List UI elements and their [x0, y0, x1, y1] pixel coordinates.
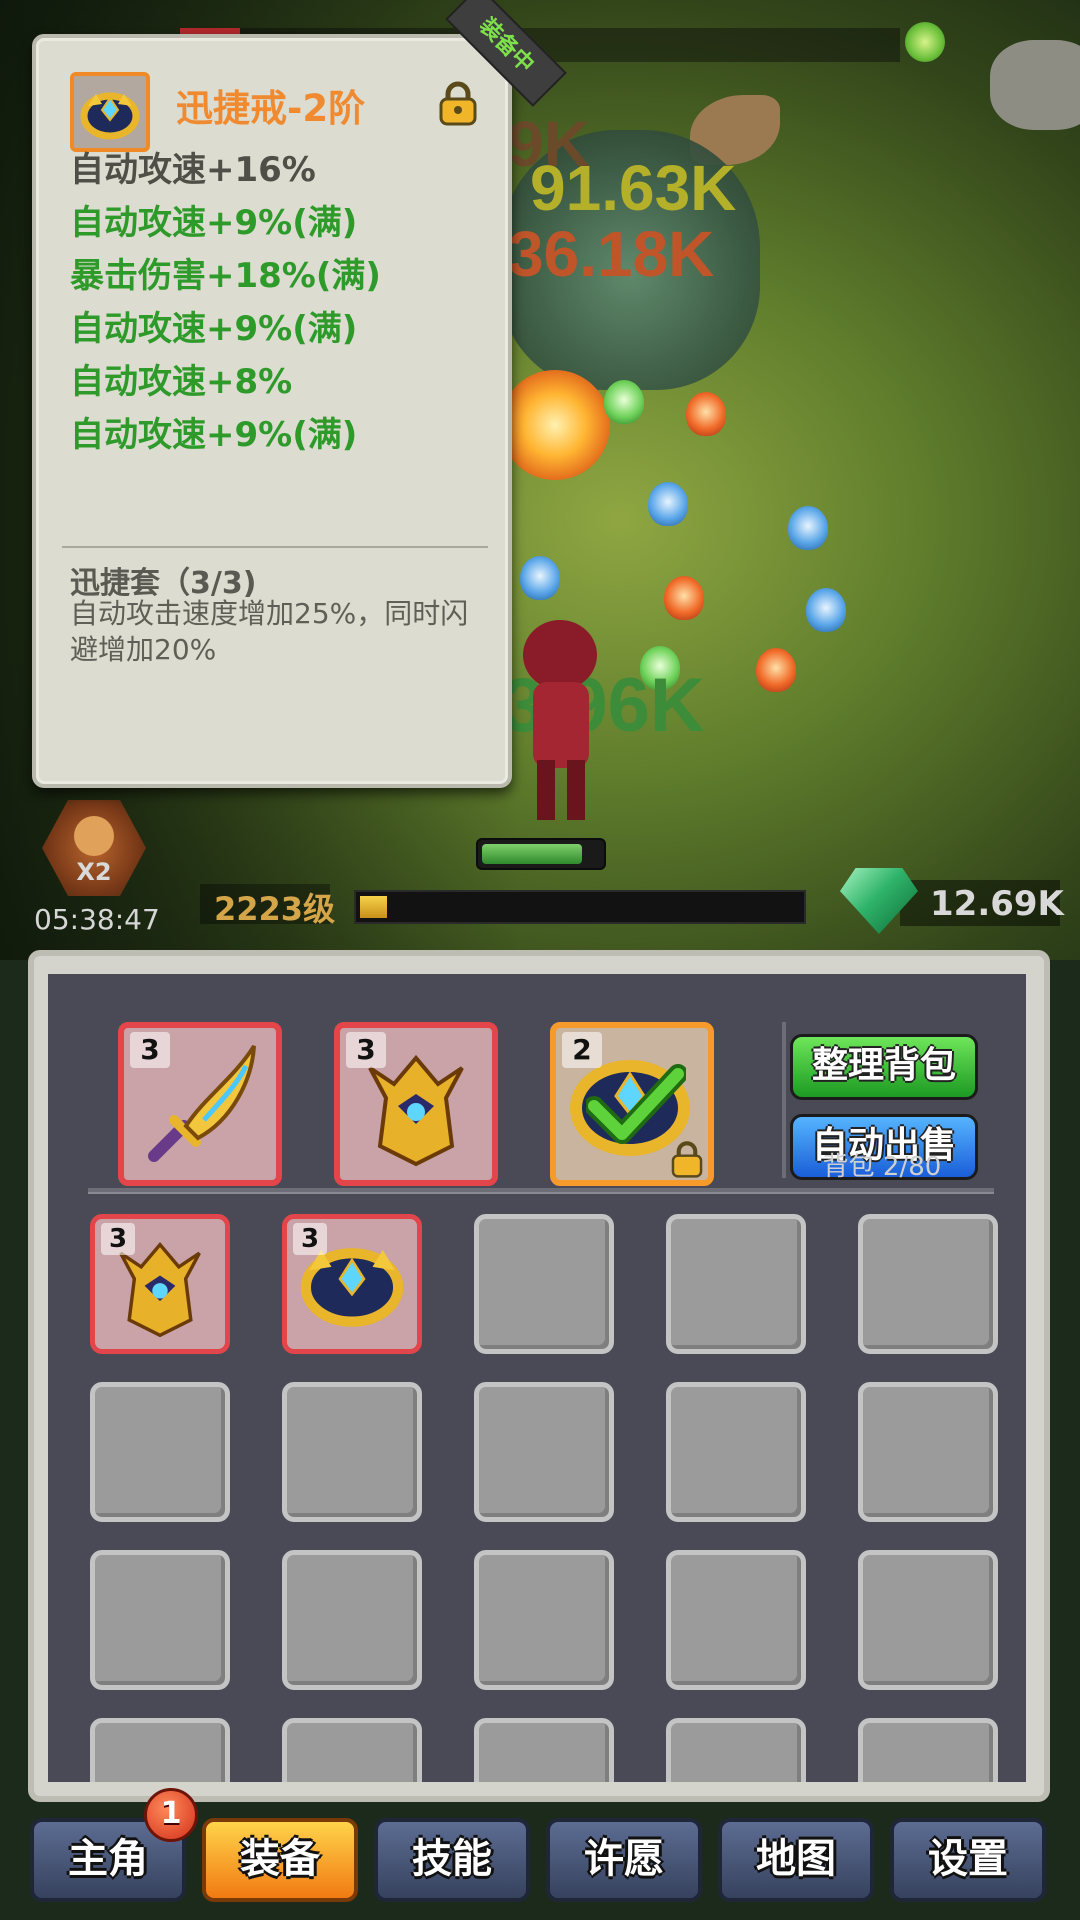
tooltip-divider [62, 546, 488, 548]
blue-projectile [806, 588, 846, 632]
bag-slot[interactable]: 3 [282, 1214, 422, 1354]
inventory-inner: 3 3 2 整理背包 自动出售 背包 2/80 3 3 [48, 974, 1026, 1782]
damage-number: 36.18K [508, 218, 715, 290]
hero-character [515, 620, 605, 820]
tab-wish[interactable]: 许愿 [546, 1818, 702, 1902]
boost-timer: 05:38:47 [34, 903, 160, 936]
equipped-weapon-slot[interactable]: 3 [118, 1022, 282, 1186]
notification-badge: 1 [144, 1788, 198, 1842]
checkmark-icon [586, 1064, 686, 1144]
tier-label: 3 [293, 1223, 327, 1255]
blue-projectile [788, 506, 828, 550]
equipped-ring-slot[interactable]: 2 [550, 1022, 714, 1186]
bag-slot-empty[interactable] [858, 1718, 998, 1782]
vertical-divider [782, 1022, 786, 1178]
bag-slot-empty[interactable] [858, 1382, 998, 1522]
xp-fill [360, 896, 388, 918]
tab-equipment[interactable]: 装备 [202, 1818, 358, 1902]
bag-slot-empty[interactable] [90, 1718, 230, 1782]
bag-slot-empty[interactable] [666, 1214, 806, 1354]
item-stat: 自动攻速+9%(满) [70, 309, 358, 349]
green-projectile [604, 380, 644, 424]
bag-slot-empty[interactable] [282, 1382, 422, 1522]
multiplier-label: X2 [76, 858, 112, 886]
bag-slot-empty[interactable] [474, 1214, 614, 1354]
bag-slot[interactable]: 3 [90, 1214, 230, 1354]
hero-hp-bar [476, 838, 606, 870]
bag-slot-empty[interactable] [666, 1718, 806, 1782]
item-stat: 自动攻速+8% [70, 362, 293, 402]
bag-slot-empty[interactable] [858, 1214, 998, 1354]
red-projectile [664, 576, 704, 620]
sort-bag-button[interactable]: 整理背包 [790, 1034, 978, 1100]
tier-label: 2 [562, 1032, 602, 1068]
fireball-effect [500, 370, 610, 480]
tier-label: 3 [101, 1223, 135, 1255]
tier-label: 3 [346, 1032, 386, 1068]
tier-label: 3 [130, 1032, 170, 1068]
blue-projectile [648, 482, 688, 526]
item-stat: 自动攻速+16% [70, 150, 316, 190]
hero-hp-fill [482, 844, 583, 864]
rock [990, 40, 1080, 130]
bag-slot-empty[interactable] [666, 1550, 806, 1690]
bag-slot-empty[interactable] [474, 1550, 614, 1690]
item-stat: 暴击伤害+18%(满) [70, 256, 381, 296]
item-stat: 自动攻速+9%(满) [70, 203, 358, 243]
bag-slot-empty[interactable] [474, 1718, 614, 1782]
horizontal-divider [88, 1188, 994, 1194]
pot-icon [74, 816, 114, 856]
tab-settings[interactable]: 设置 [890, 1818, 1046, 1902]
tab-map[interactable]: 地图 [718, 1818, 874, 1902]
bag-slot-empty[interactable] [474, 1382, 614, 1522]
red-projectile [686, 392, 726, 436]
item-tooltip: 迅捷戒-2阶 自动攻速+16% 自动攻速+9%(满) 暴击伤害+18%(满) 自… [32, 34, 512, 788]
item-name: 迅捷戒-2阶 [176, 87, 366, 130]
red-projectile [756, 648, 796, 692]
swirl-icon[interactable] [905, 22, 945, 62]
bag-slot-empty[interactable] [282, 1718, 422, 1782]
bag-slot-empty[interactable] [90, 1382, 230, 1522]
set-description: 自动攻击速度增加25%，同时闪避增加20% [70, 597, 469, 666]
player-level: 2223级 [214, 890, 336, 928]
inventory-panel: 3 3 2 整理背包 自动出售 背包 2/80 3 3 [28, 950, 1050, 1802]
bag-slot-empty[interactable] [282, 1550, 422, 1690]
ring-icon [80, 92, 140, 140]
damage-number: 91.63K [530, 152, 737, 224]
xp-progress-bar [354, 890, 806, 924]
lock-icon[interactable] [438, 80, 478, 126]
item-stat: 自动攻速+9%(满) [70, 415, 358, 455]
bag-slot-empty[interactable] [666, 1382, 806, 1522]
item-icon [70, 72, 150, 152]
bag-slot-empty[interactable] [90, 1550, 230, 1690]
tab-skills[interactable]: 技能 [374, 1818, 530, 1902]
bag-capacity: 背包 2/80 [822, 1152, 942, 1182]
blue-projectile [520, 556, 560, 600]
equipped-helmet-slot[interactable]: 3 [334, 1022, 498, 1186]
bag-slot-empty[interactable] [858, 1550, 998, 1690]
gem-count: 12.69K [930, 884, 1064, 924]
lock-icon [671, 1141, 703, 1178]
